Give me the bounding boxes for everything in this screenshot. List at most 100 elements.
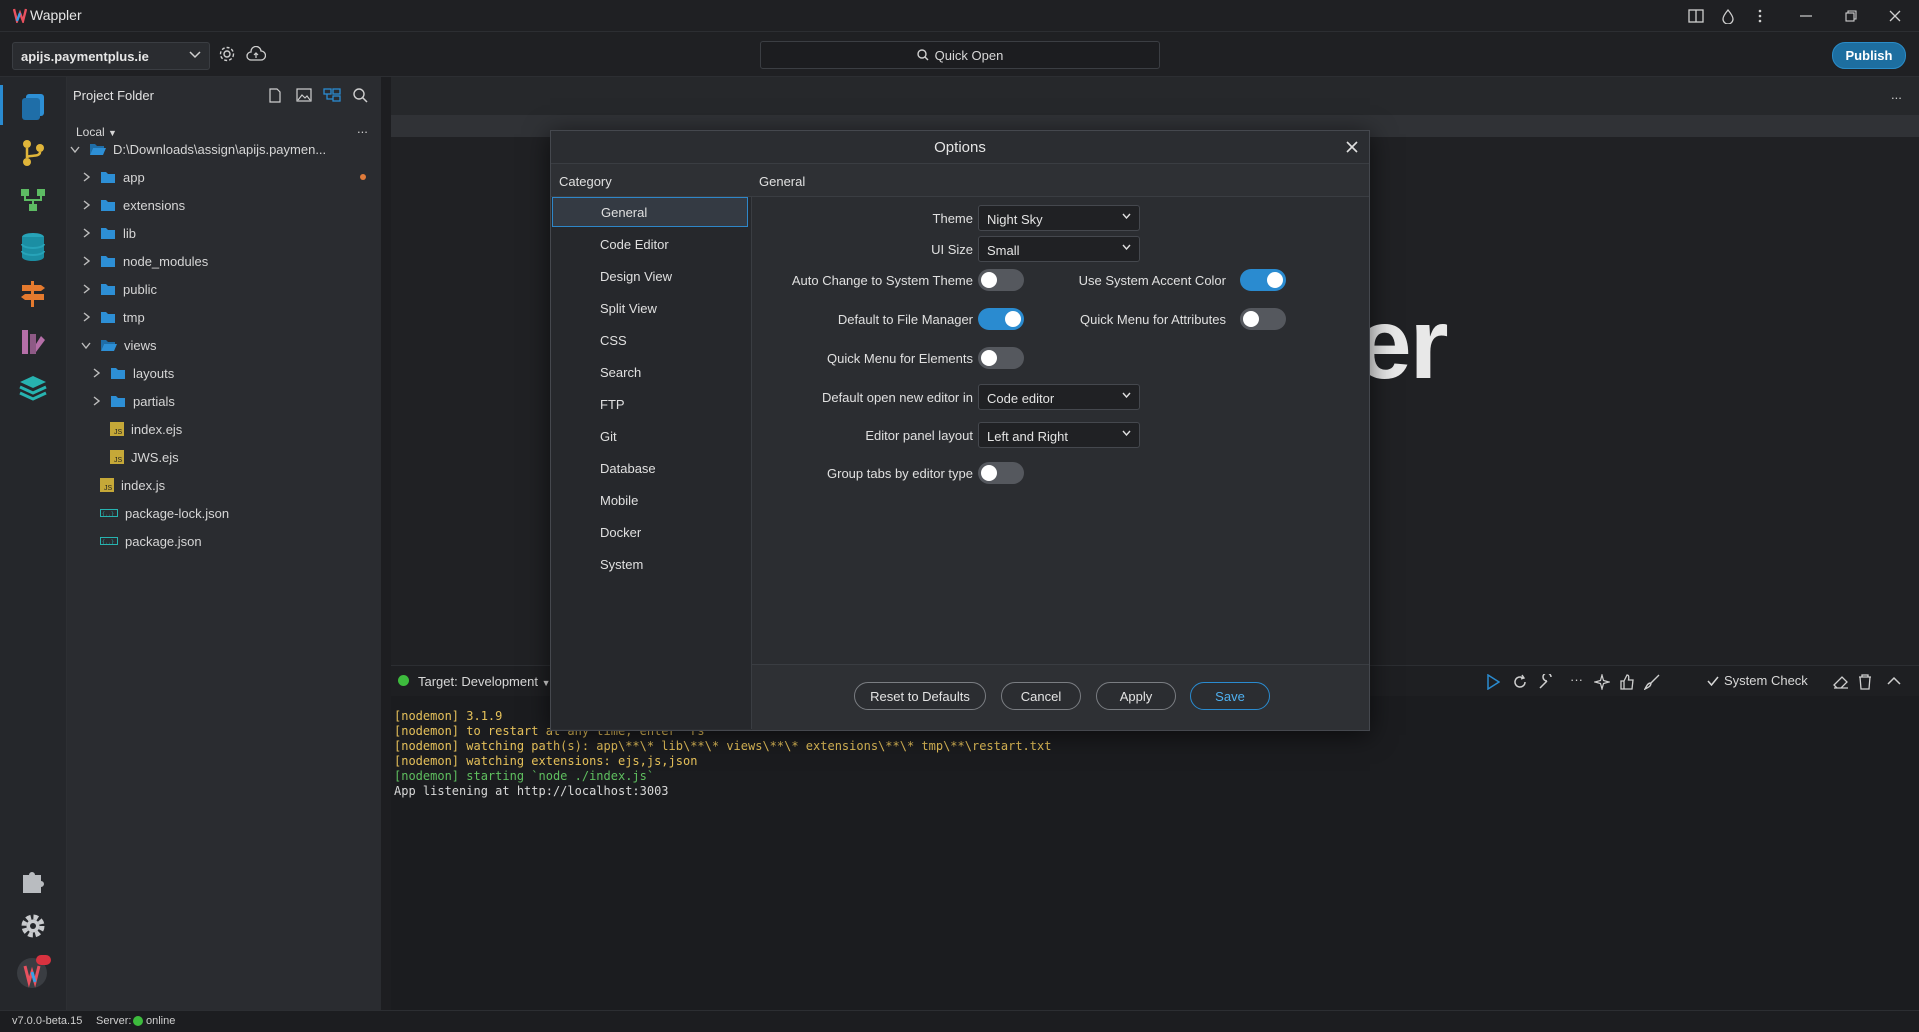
tree-item[interactable]: lib	[67, 219, 377, 247]
sidebar-splitter[interactable]	[381, 77, 391, 1010]
project-select[interactable]: apijs.paymentplus.ie	[12, 42, 210, 70]
category-general[interactable]: General	[552, 197, 748, 227]
minimize-icon[interactable]	[1796, 6, 1816, 26]
file-manager-toggle[interactable]	[978, 308, 1024, 330]
category-git[interactable]: Git	[552, 421, 748, 451]
editor-more-button[interactable]: ...	[1891, 87, 1902, 102]
tree-item[interactable]: partials	[67, 387, 377, 415]
design-assets-icon[interactable]	[14, 322, 52, 360]
quick-attr-toggle[interactable]	[1240, 308, 1286, 330]
chevron-down-icon[interactable]	[80, 339, 92, 351]
group-tabs-toggle[interactable]	[978, 462, 1024, 484]
chevron-up-icon[interactable]	[1887, 676, 1901, 685]
tree-item[interactable]: JS index.ejs	[67, 415, 377, 443]
open-editor-select[interactable]: Code editor	[978, 384, 1140, 410]
chevron-right-icon[interactable]	[80, 255, 92, 267]
workflows-icon[interactable]	[14, 181, 52, 219]
tree-item[interactable]: D:\Downloads\assign\apijs.paymen...	[67, 135, 377, 163]
more-horizontal-icon[interactable]: ···	[1570, 672, 1583, 687]
category-css[interactable]: CSS	[552, 325, 748, 355]
chevron-right-icon[interactable]	[80, 283, 92, 295]
tree-item-label: tmp	[123, 309, 145, 325]
layout-toggle-icon[interactable]	[1686, 6, 1706, 26]
quick-elem-toggle[interactable]	[978, 347, 1024, 369]
category-docker[interactable]: Docker	[552, 517, 748, 547]
tree-item[interactable]: extensions	[67, 191, 377, 219]
more-vertical-icon[interactable]	[1750, 6, 1770, 26]
target-select[interactable]: Target: Development ▼	[418, 674, 551, 689]
brush-icon[interactable]	[1644, 674, 1660, 690]
chevron-right-icon[interactable]	[90, 367, 102, 379]
tree-item[interactable]: {..} package.json	[67, 527, 377, 555]
panel-layout-select[interactable]: Left and Right	[978, 422, 1140, 448]
category-code-editor[interactable]: Code Editor	[552, 229, 748, 259]
chevron-right-icon[interactable]	[80, 171, 92, 183]
ui-size-select[interactable]: Small	[978, 236, 1140, 262]
trash-icon[interactable]	[1858, 674, 1872, 690]
category-split-view[interactable]: Split View	[552, 293, 748, 323]
account-avatar[interactable]	[14, 953, 52, 991]
accent-color-toggle[interactable]	[1240, 269, 1286, 291]
build-tools-icon[interactable]	[1538, 674, 1554, 690]
category-search[interactable]: Search	[552, 357, 748, 387]
category-mobile[interactable]: Mobile	[552, 485, 748, 515]
git-branch-icon[interactable]	[14, 134, 52, 172]
chevron-down-icon[interactable]	[69, 143, 81, 155]
tree-item[interactable]: app	[67, 163, 377, 191]
chevron-right-icon[interactable]	[80, 199, 92, 211]
tree-item-label: package-lock.json	[125, 505, 230, 521]
tree-item[interactable]: public	[67, 275, 377, 303]
tree-item[interactable]: layouts	[67, 359, 377, 387]
thumbs-up-icon[interactable]	[1619, 674, 1635, 690]
cancel-button[interactable]: Cancel	[1001, 682, 1081, 710]
tree-item[interactable]: node_modules	[67, 247, 377, 275]
routes-signpost-icon[interactable]	[14, 275, 52, 313]
restart-icon[interactable]	[1512, 674, 1528, 690]
database-icon[interactable]	[14, 228, 52, 266]
tree-item[interactable]: JS JWS.ejs	[67, 443, 377, 471]
tree-item[interactable]: JS index.js	[67, 471, 377, 499]
layers-icon[interactable]	[14, 369, 52, 407]
system-check-button[interactable]: System Check	[1707, 673, 1808, 688]
file-manager-icon[interactable]	[323, 88, 341, 102]
ai-sparkle-icon[interactable]	[1594, 674, 1610, 690]
options-dialog: Options Category General General Code Edi…	[550, 130, 1370, 731]
extensions-puzzle-icon[interactable]	[14, 862, 52, 900]
ui-size-label: UI Size	[931, 242, 973, 257]
auto-theme-toggle[interactable]	[978, 269, 1024, 291]
tree-item[interactable]: tmp	[67, 303, 377, 331]
tree-item[interactable]: {..} package-lock.json	[67, 499, 377, 527]
settings-gear-icon[interactable]	[14, 907, 52, 945]
sidebar-more-button[interactable]: ...	[357, 121, 368, 136]
save-button[interactable]: Save	[1190, 682, 1270, 710]
reset-defaults-button[interactable]: Reset to Defaults	[854, 682, 986, 710]
search-files-icon[interactable]	[353, 88, 368, 103]
theme-select[interactable]: Night Sky	[978, 205, 1140, 231]
category-design-view[interactable]: Design View	[552, 261, 748, 291]
server-label: Server:	[96, 1015, 132, 1027]
close-window-icon[interactable]	[1885, 6, 1905, 26]
chevron-right-icon[interactable]	[90, 395, 102, 407]
category-system[interactable]: System	[552, 549, 748, 579]
tree-item[interactable]: views	[67, 331, 377, 359]
theme-drop-icon[interactable]	[1718, 6, 1738, 26]
chevron-right-icon[interactable]	[80, 227, 92, 239]
cloud-upload-icon[interactable]	[246, 46, 266, 62]
quick-open-button[interactable]: Quick Open	[760, 41, 1160, 69]
run-icon[interactable]	[1486, 674, 1500, 690]
project-files-icon[interactable]	[14, 87, 52, 125]
new-file-icon[interactable]	[269, 88, 281, 103]
apply-button[interactable]: Apply	[1096, 682, 1176, 710]
close-icon[interactable]	[1343, 138, 1361, 156]
category-ftp[interactable]: FTP	[552, 389, 748, 419]
tree-item-label: node_modules	[123, 253, 209, 269]
eraser-icon[interactable]	[1833, 674, 1849, 690]
image-icon[interactable]	[296, 88, 312, 102]
sidebar-title: Project Folder	[73, 88, 154, 103]
restore-icon[interactable]	[1841, 6, 1861, 26]
publish-button[interactable]: Publish	[1832, 42, 1906, 69]
chevron-right-icon[interactable]	[80, 311, 92, 323]
category-database[interactable]: Database	[552, 453, 748, 483]
project-settings-icon[interactable]	[218, 45, 236, 63]
terminal-output[interactable]: [nodemon] 3.1.9 [nodemon] to restart at a…	[391, 709, 1901, 999]
